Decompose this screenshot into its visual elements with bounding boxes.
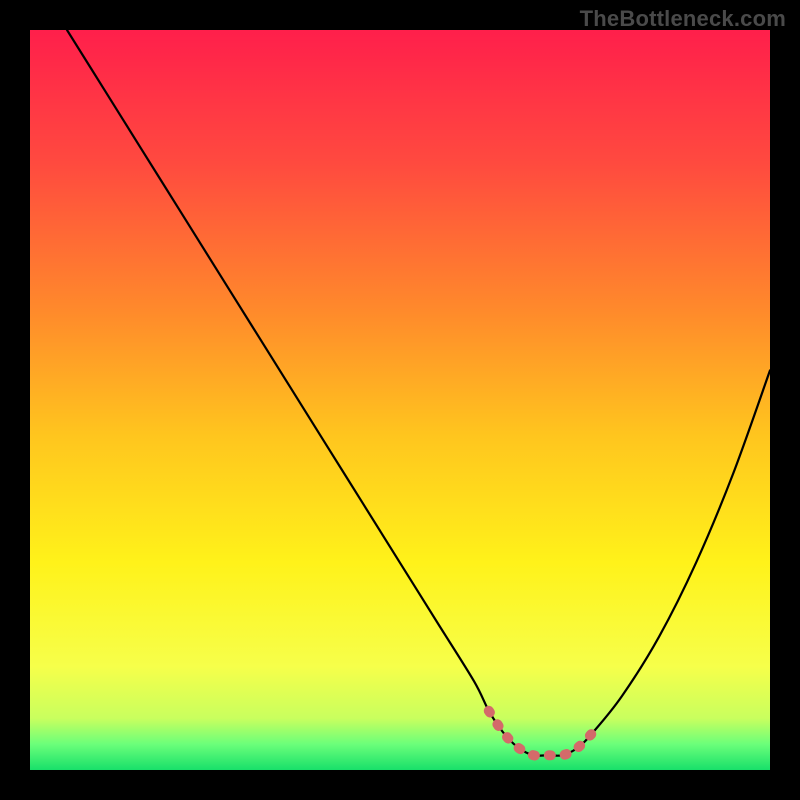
gradient-background [30, 30, 770, 770]
chart-frame: TheBottleneck.com [0, 0, 800, 800]
chart-stage [30, 30, 770, 770]
watermark-text: TheBottleneck.com [580, 6, 786, 32]
chart-svg [30, 30, 770, 770]
